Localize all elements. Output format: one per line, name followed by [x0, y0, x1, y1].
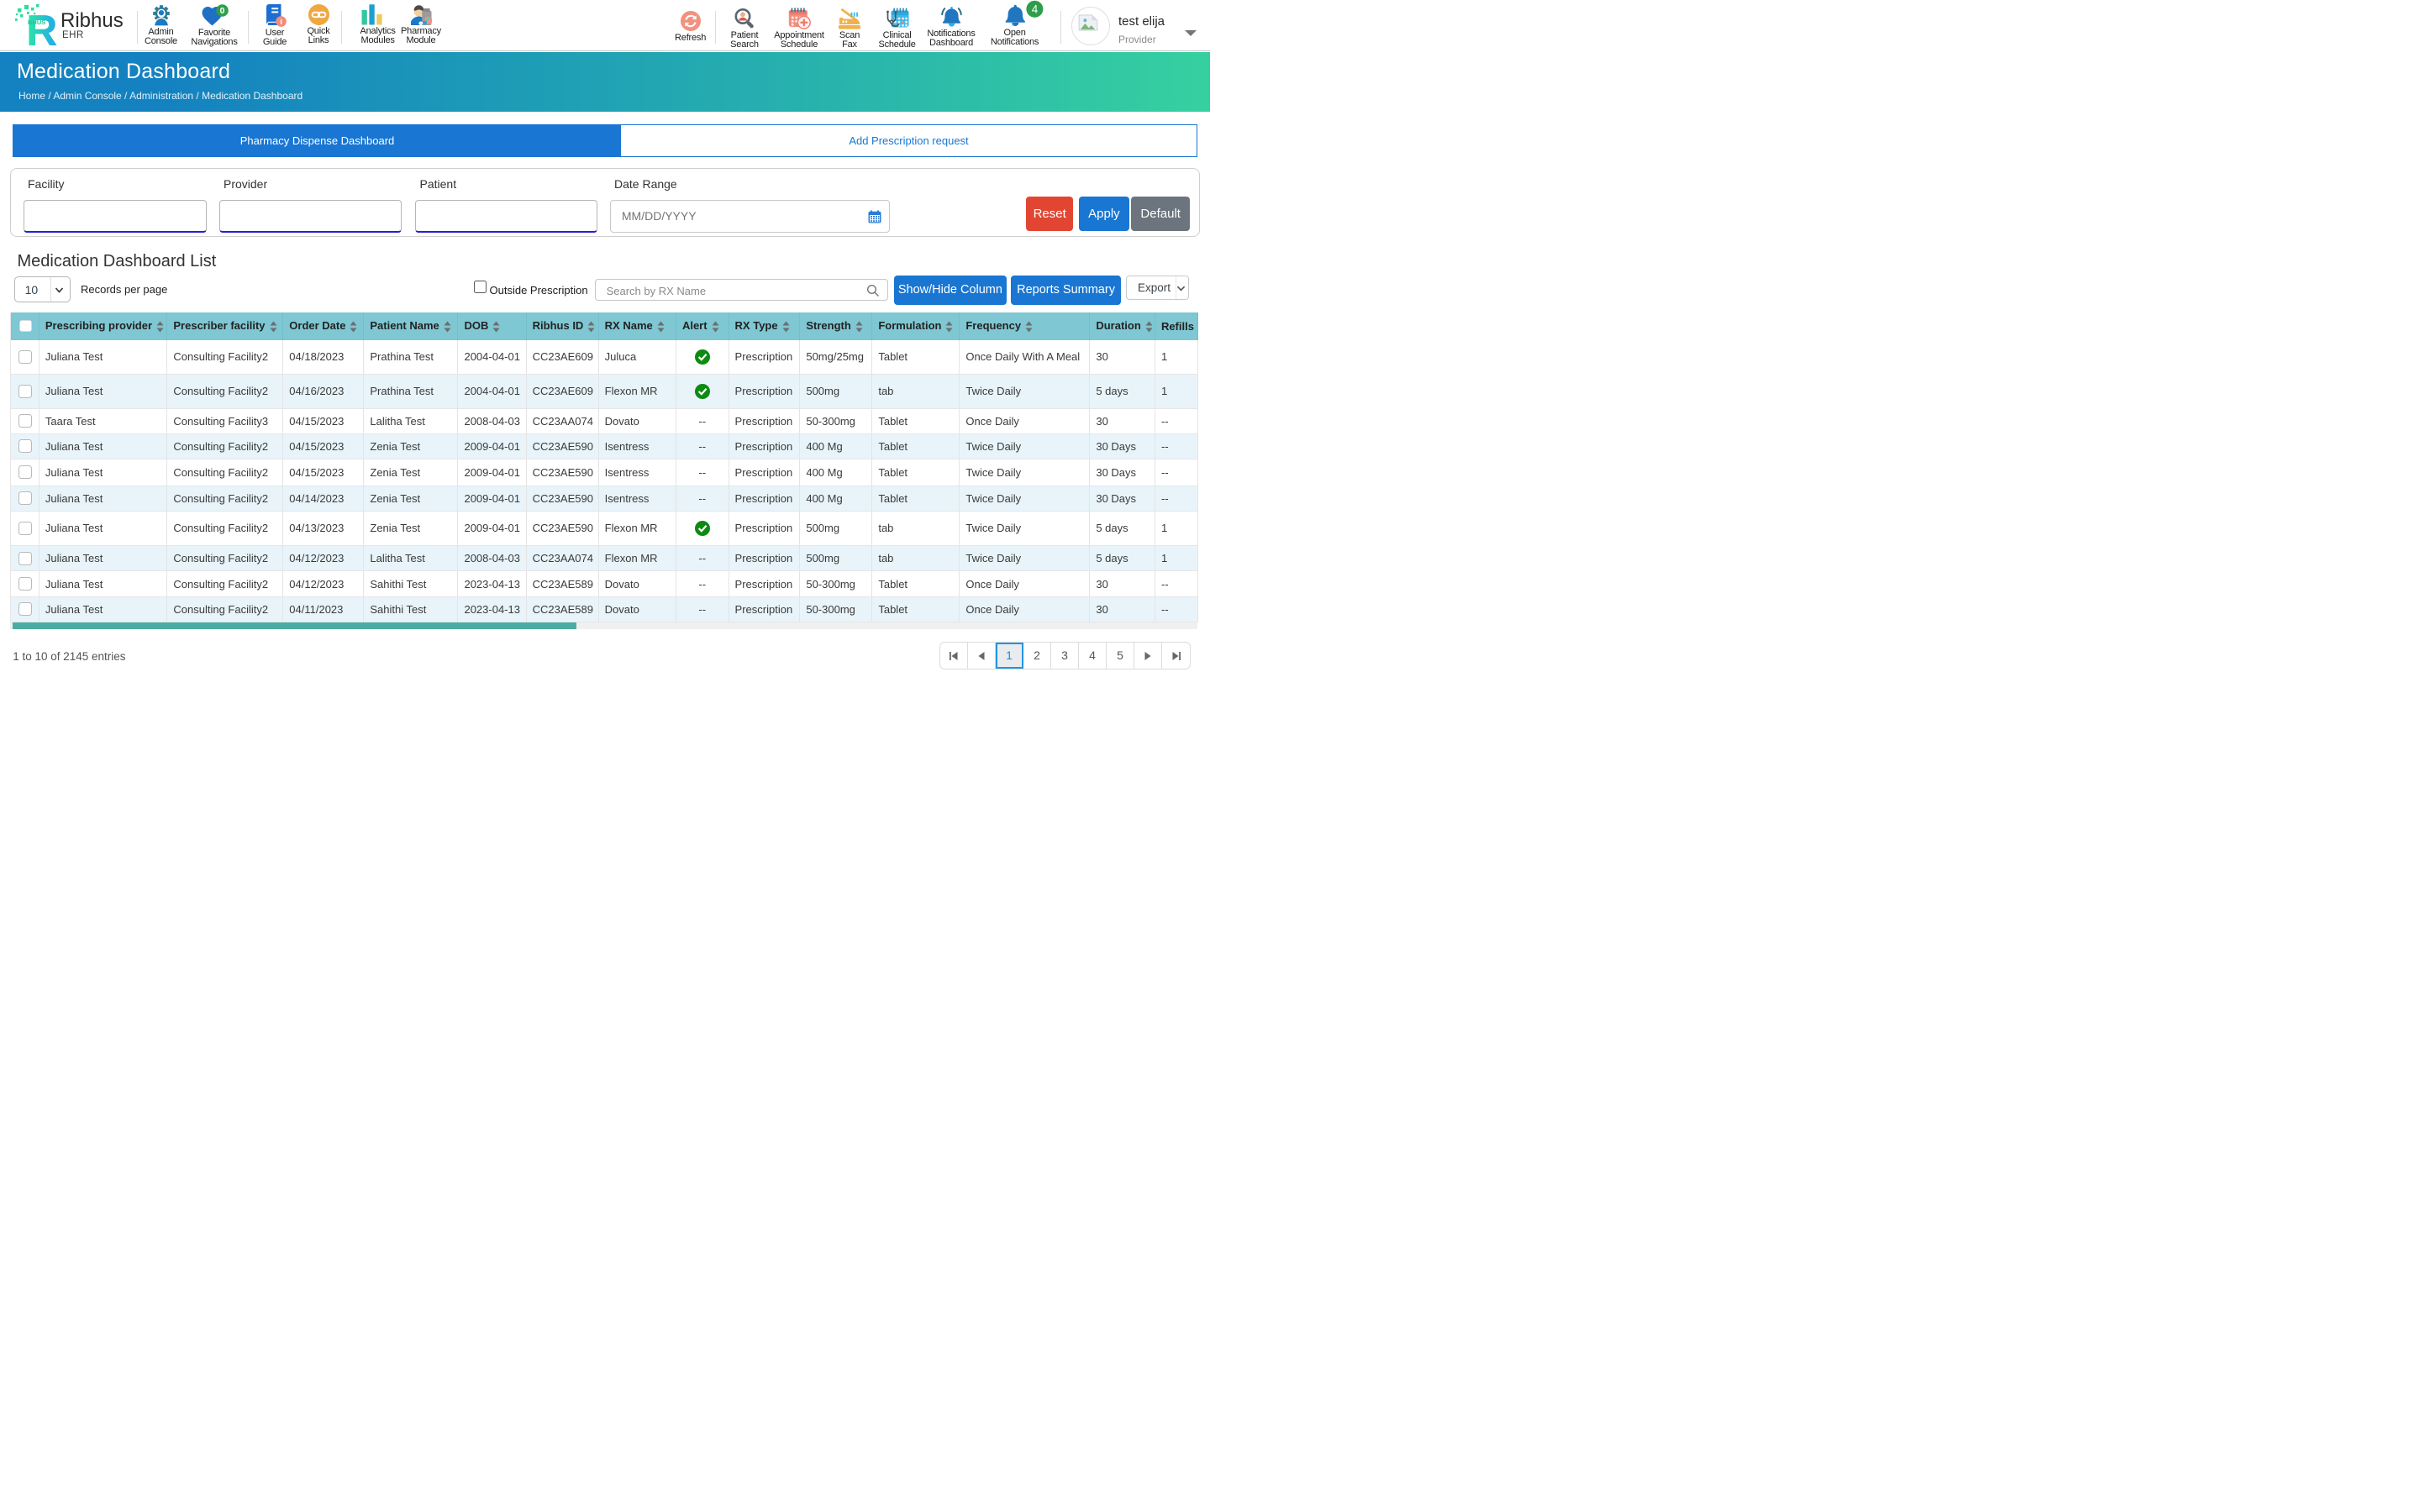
svg-text:BHUS: BHUS [28, 18, 45, 26]
svg-text:4: 4 [1031, 3, 1038, 16]
svg-text:R: R [26, 7, 58, 48]
svg-text:0: 0 [219, 6, 224, 16]
